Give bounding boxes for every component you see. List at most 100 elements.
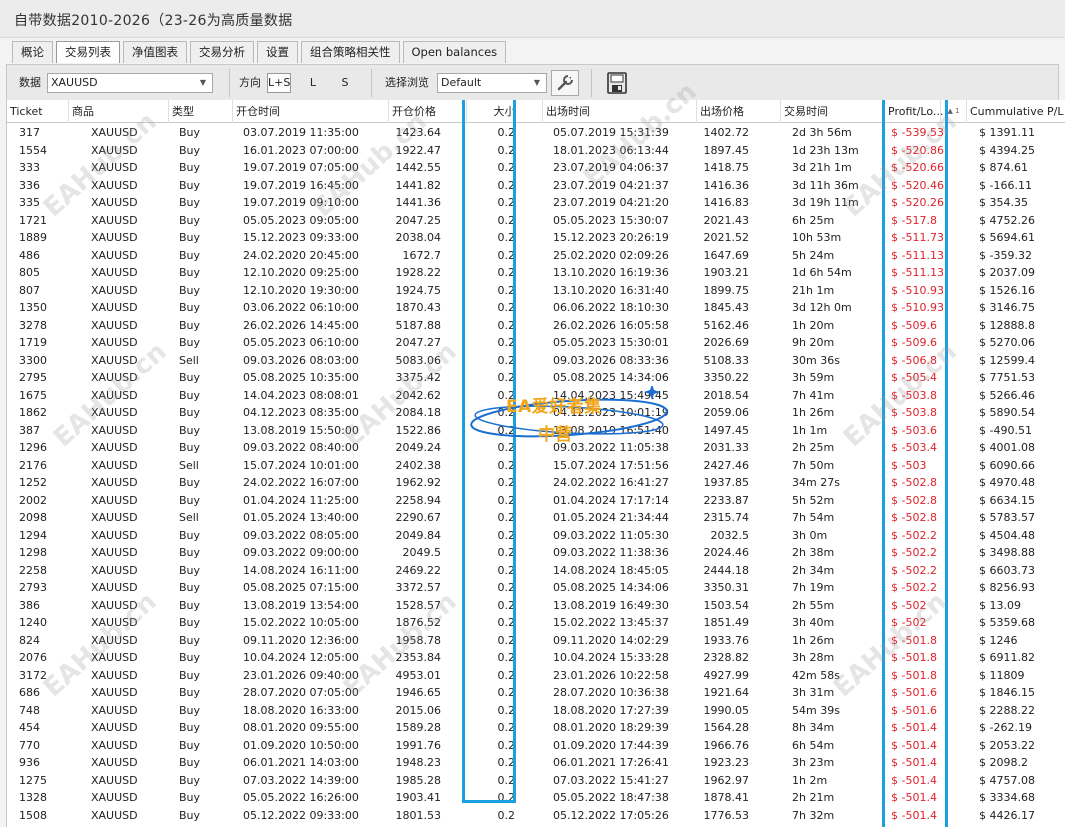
table-row[interactable]: 336 XAUUSD Buy 19.07.2019 16:45:00 1441.82 0.… [7,177,1065,195]
tab-open-balances[interactable]: Open balances [402,41,507,63]
table-row[interactable]: 317 XAUUSD Buy 03.07.2019 11:35:00 1423.64 0.… [7,124,1065,142]
export-button[interactable] [603,70,631,96]
table-row[interactable]: 386 XAUUSD Buy 13.08.2019 13:54:00 1528.57 0.… [7,597,1065,615]
cell-close-time: 14.04.2023 15:49:45 [553,388,669,402]
table-row[interactable]: 1298 XAUUSD Buy 09.03.2022 09:00:00 2049.5 0.… [7,544,1065,562]
table-row[interactable]: 936 XAUUSD Buy 06.01.2021 14:03:00 1948.23 0.… [7,754,1065,772]
cell-profit: $ -501.4 [891,808,937,822]
cell-close-price: 2444.18 [703,563,750,577]
table-row[interactable]: 1240 XAUUSD Buy 15.02.2022 10:05:00 1876.52 0… [7,614,1065,632]
table-row[interactable]: 824 XAUUSD Buy 09.11.2020 12:36:00 1958.78 0.… [7,632,1065,650]
cell-symbol: XAUUSD [91,581,138,594]
table-row[interactable]: 454 XAUUSD Buy 08.01.2020 09:55:00 1589.28 0.… [7,719,1065,737]
table-row[interactable]: 748 XAUUSD Buy 18.08.2020 16:33:00 2015.06 0.… [7,702,1065,720]
table-row[interactable]: 1675 XAUUSD Buy 14.04.2023 08:08:01 2042.62 0… [7,387,1065,405]
table-row[interactable]: 1719 XAUUSD Buy 05.05.2023 06:10:00 2047.27 0… [7,334,1065,352]
cell-profit: $ -520.46 [891,178,944,192]
table-row[interactable]: 1889 XAUUSD Buy 15.12.2023 09:33:00 2038.04 0… [7,229,1065,247]
cell-open-price: 1928.22 [395,266,442,279]
browse-select[interactable]: Default ▼ [437,73,547,93]
cell-open-time: 13.08.2019 13:54:00 [243,598,359,612]
table-row[interactable]: 1350 XAUUSD Buy 03.06.2022 06:10:00 1870.43 0… [7,299,1065,317]
table-row[interactable]: 3172 XAUUSD Buy 23.01.2026 09:40:00 4953.01 0… [7,667,1065,685]
col-profit[interactable]: Profit/Lo... [885,100,943,123]
tab-equity-chart[interactable]: 净值图表 [123,41,187,63]
table-row[interactable]: 2176 XAUUSD Sell 15.07.2024 10:01:00 2402.38… [7,457,1065,475]
cell-open-price: 2049.5 [402,546,442,559]
col-close-price[interactable]: 出场价格 [697,100,781,123]
cell-cumulative: $ -490.51 [979,423,1032,437]
cell-symbol: XAUUSD [91,528,138,542]
table-row[interactable]: 1296 XAUUSD Buy 09.03.2022 08:40:00 2049.24 0… [7,439,1065,457]
cell-open-time: 19.07.2019 09:10:00 [243,196,359,209]
table-row[interactable]: 1252 XAUUSD Buy 24.02.2022 16:07:00 1962.92 0… [7,474,1065,492]
direction-ls-button[interactable]: L+S [267,73,291,93]
cell-size: 0.2 [497,616,516,629]
cell-type: Buy [179,213,201,227]
table-row[interactable]: 3300 XAUUSD Sell 09.03.2026 08:03:00 5083.06… [7,352,1065,370]
col-duration[interactable]: 交易时间 [781,100,885,123]
col-open-time[interactable]: 开仓时间 [233,100,389,123]
tab-trade-analysis[interactable]: 交易分析 [190,41,254,63]
cell-open-price: 1442.55 [395,161,442,174]
col-ticket[interactable]: Ticket [7,100,69,123]
table-row[interactable]: 805 XAUUSD Buy 12.10.2020 09:25:00 1928.22 0.… [7,264,1065,282]
table-row[interactable]: 1721 XAUUSD Buy 05.05.2023 09:05:00 2047.25 0… [7,212,1065,230]
cell-open-time: 12.10.2020 09:25:00 [243,266,359,279]
table-row[interactable]: 1328 XAUUSD Buy 05.05.2022 16:26:00 1903.41 0… [7,789,1065,807]
cell-open-time: 10.04.2024 12:05:00 [243,651,359,664]
cell-close-price: 2427.46 [703,458,750,472]
wrench-button[interactable] [551,70,579,96]
col-cumulative[interactable]: Cummulative P/L [967,100,1065,123]
table-row[interactable]: 1275 XAUUSD Buy 07.03.2022 14:39:00 1985.28 0… [7,772,1065,790]
cell-close-time: 23.07.2019 04:06:37 [553,161,669,174]
col-type[interactable]: 类型 [169,100,233,123]
tab-settings[interactable]: 设置 [257,41,298,63]
cell-close-price: 1416.36 [703,178,750,192]
table-row[interactable]: 770 XAUUSD Buy 01.09.2020 10:50:00 1991.76 0.… [7,737,1065,755]
table-row[interactable]: 1294 XAUUSD Buy 09.03.2022 08:05:00 2049.84 0… [7,527,1065,545]
cell-type: Sell [179,353,199,367]
table-row[interactable]: 2795 XAUUSD Buy 05.08.2025 10:35:00 3375.42 0… [7,369,1065,387]
col-close-time[interactable]: 出场时间 [543,100,697,123]
table-row[interactable]: 807 XAUUSD Buy 12.10.2020 19:30:00 1924.75 0.… [7,282,1065,300]
cell-close-time: 05.05.2023 15:30:07 [553,213,669,227]
direction-l-button[interactable]: L [301,73,325,93]
table-row[interactable]: 2258 XAUUSD Buy 14.08.2024 16:11:00 2469.22 0… [7,562,1065,580]
cell-symbol: XAUUSD [91,756,138,769]
cell-open-time: 06.01.2021 14:03:00 [243,756,359,769]
col-symbol[interactable]: 商品 [69,100,169,123]
cell-symbol: XAUUSD [91,266,138,279]
table-row[interactable]: 3278 XAUUSD Buy 26.02.2026 14:45:00 5187.88 0… [7,317,1065,335]
cell-close-time: 05.05.2023 15:30:01 [553,336,669,349]
cell-open-price: 1946.65 [395,686,442,699]
table-row[interactable]: 387 XAUUSD Buy 13.08.2019 15:50:00 1522.86 0.… [7,422,1065,440]
table-row[interactable]: 1554 XAUUSD Buy 16.01.2023 07:00:00 1922.47 0… [7,142,1065,160]
table-row[interactable]: 2098 XAUUSD Sell 01.05.2024 13:40:00 2290.67… [7,509,1065,527]
cell-profit: $ -502.8 [891,476,937,489]
cell-type: Buy [179,423,201,437]
col-size[interactable]: 大小 [467,100,543,123]
table-row[interactable]: 2793 XAUUSD Buy 05.08.2025 07:15:00 3372.57 0… [7,579,1065,597]
tab-overview[interactable]: 概论 [12,41,53,63]
table-row[interactable]: 1862 XAUUSD Buy 04.12.2023 08:35:00 2084.18 0… [7,404,1065,422]
col-open-price[interactable]: 开仓价格 [389,100,467,123]
table-row[interactable]: 335 XAUUSD Buy 19.07.2019 09:10:00 1441.36 0.… [7,194,1065,212]
table-row[interactable]: 686 XAUUSD Buy 28.07.2020 07:05:00 1946.65 0.… [7,684,1065,702]
direction-s-button[interactable]: S [333,73,357,93]
table-row[interactable]: 1508 XAUUSD Buy 05.12.2022 09:33:00 1801.53 0… [7,807,1065,825]
symbol-select[interactable]: XAUUSD ▼ [47,73,213,93]
cell-close-time: 25.02.2020 02:09:26 [553,248,669,262]
table-row[interactable]: 2076 XAUUSD Buy 10.04.2024 12:05:00 2353.84 0… [7,649,1065,667]
tab-portfolio-correlation[interactable]: 组合策略相关性 [301,41,400,63]
table-row[interactable]: 486 XAUUSD Buy 24.02.2020 20:45:00 1672.7 0.2… [7,247,1065,265]
cell-profit: $ -502.2 [891,581,937,594]
tab-trade-list[interactable]: 交易列表 [56,41,120,63]
cell-cumulative: $ 5359.68 [979,616,1035,629]
cell-type: Buy [179,248,201,262]
cell-type: Sell [179,458,199,472]
table-row[interactable]: 333 XAUUSD Buy 19.07.2019 07:05:00 1442.55 0.… [7,159,1065,177]
table-row[interactable]: 2002 XAUUSD Buy 01.04.2024 11:25:00 2258.94 0… [7,492,1065,510]
cell-close-price: 2031.33 [703,441,750,454]
tab-bar: 概论 交易列表 净值图表 交易分析 设置 组合策略相关性 Open balanc… [12,41,509,63]
